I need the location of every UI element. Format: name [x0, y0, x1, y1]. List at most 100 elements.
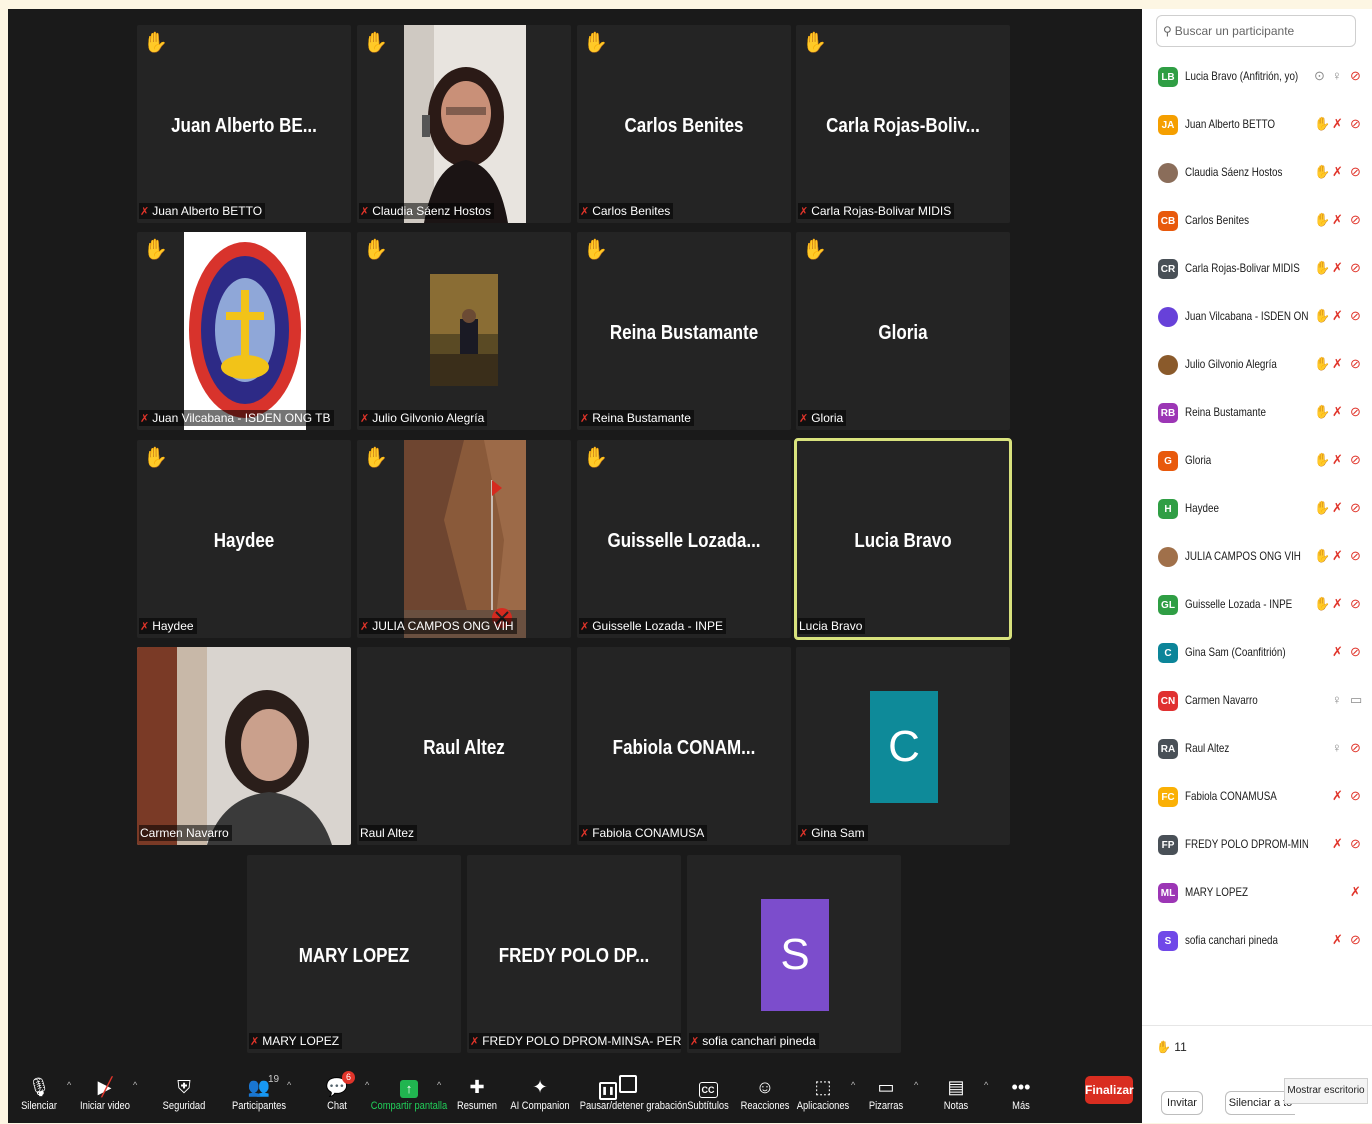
- participant-row[interactable]: CN Carmen Navarro ♀ ▭: [1142, 686, 1372, 716]
- mic-muted-icon: ✗: [360, 413, 370, 425]
- participant-avatar: ML: [1158, 883, 1178, 903]
- participant-row[interactable]: Julio Gilvonio Alegría ✋ ✗ ⊘: [1142, 350, 1372, 380]
- record-button[interactable]: ❚❚ Pausar/detener grabación: [573, 1074, 687, 1112]
- mic-muted-icon: ✗: [690, 1036, 700, 1048]
- companion-button[interactable]: ✦ AI Companion: [495, 1074, 585, 1112]
- participant-name-label: ✗ sofia canchari pineda: [689, 1033, 819, 1049]
- mic-icon: ♀: [1332, 68, 1342, 83]
- video-tile[interactable]: ✋ ✗ Claudia Sáenz Hostos: [357, 25, 571, 223]
- participant-row[interactable]: RB Reina Bustamante ✋ ✗ ⊘: [1142, 398, 1372, 428]
- participant-name-display: Fabiola CONAM...: [612, 737, 756, 759]
- participant-row[interactable]: C Gina Sam (Coanfitrión) ✗ ⊘: [1142, 638, 1372, 668]
- video-tile[interactable]: ✋ ✗ Julio Gilvonio Alegría: [357, 232, 571, 430]
- participant-name-label: ✗ Juan Alberto BETTO: [139, 203, 266, 219]
- participant-row[interactable]: CR Carla Rojas-Bolivar MIDIS ✋ ✗ ⊘: [1142, 254, 1372, 284]
- video-tile[interactable]: ✋ ✗ Juan Vilcabana - ISDEN ONG TB: [137, 232, 351, 430]
- participant-name-label: ✗ JULIA CAMPOS ONG VIH: [359, 618, 517, 634]
- participant-avatar: [1158, 163, 1178, 183]
- participant-row[interactable]: FC Fabiola CONAMUSA ✗ ⊘: [1142, 782, 1372, 812]
- mic-muted-icon: ✗: [140, 413, 150, 425]
- video-tile[interactable]: ✋ ✗ JULIA CAMPOS ONG VIH: [357, 440, 571, 638]
- video-tile[interactable]: C ✗ Gina Sam: [796, 647, 1010, 845]
- summary-icon: ✚: [469, 1077, 485, 1097]
- participant-name: Haydee: [1185, 501, 1219, 515]
- video-tile[interactable]: ✋ Reina Bustamante ✗ Reina Bustamante: [577, 232, 791, 430]
- participant-row[interactable]: CB Carlos Benites ✋ ✗ ⊘: [1142, 206, 1372, 236]
- video-button[interactable]: ▶╱ ^ Iniciar video: [60, 1074, 150, 1112]
- raised-hand-icon: ✋: [1314, 500, 1331, 515]
- participants-caret-icon[interactable]: ^: [287, 1080, 291, 1090]
- participant-search-input[interactable]: ⚲ Buscar un participante: [1156, 15, 1356, 47]
- participants-panel: ⚲ Buscar un participante LB Lucia Bravo (A…: [1142, 9, 1372, 1123]
- video-tile[interactable]: Lucia Bravo Lucia Bravo: [794, 438, 1012, 640]
- participant-avatar: FC: [1158, 787, 1178, 807]
- raised-hand-icon: ✋: [363, 239, 388, 261]
- participant-row[interactable]: RA Raul Altez ♀ ⊘: [1142, 734, 1372, 764]
- participant-row[interactable]: ML MARY LOPEZ ✗: [1142, 878, 1372, 908]
- video-off-icon: ⊘: [1350, 212, 1361, 227]
- participant-name-display: Juan Alberto BE...: [171, 115, 317, 137]
- participant-photo: [430, 274, 498, 386]
- participant-name: Gina Sam (Coanfitrión): [1185, 645, 1286, 659]
- participant-name-display: FREDY POLO DP...: [498, 945, 650, 967]
- subtitles-icon: CC: [698, 1082, 718, 1098]
- participant-avatar: LB: [1158, 67, 1178, 87]
- mic-muted-icon: ✗: [1332, 644, 1343, 659]
- participants-button[interactable]: 👥 19 ^ Participantes: [214, 1074, 304, 1112]
- participants-label: Participantes: [231, 1100, 287, 1112]
- participant-row[interactable]: FP FREDY POLO DPROM-MINSA- P... ✗ ⊘: [1142, 830, 1372, 860]
- video-tile[interactable]: FREDY POLO DP... ✗ FREDY POLO DPROM-MINSA-…: [467, 855, 681, 1053]
- more-label: Más: [1012, 1100, 1030, 1112]
- whiteboards-icon: ▭: [877, 1077, 895, 1097]
- invite-button[interactable]: Invitar: [1161, 1091, 1203, 1115]
- mic-muted-icon: ✗: [1332, 548, 1343, 563]
- video-tile[interactable]: ✋ Juan Alberto BE... ✗ Juan Alberto BETTO: [137, 25, 351, 223]
- participant-name-display: Carlos Benites: [624, 115, 744, 137]
- participant-name: Fabiola CONAMUSA: [1185, 789, 1277, 803]
- more-button[interactable]: ••• Más: [976, 1074, 1066, 1112]
- participant-name: Carmen Navarro: [1185, 693, 1258, 707]
- mic-muted-icon: ✗: [799, 413, 809, 425]
- participant-row[interactable]: H Haydee ✋ ✗ ⊘: [1142, 494, 1372, 524]
- participant-name: JULIA CAMPOS ONG VIH: [1185, 549, 1301, 563]
- participant-row[interactable]: GL Guisselle Lozada - INPE ✋ ✗ ⊘: [1142, 590, 1372, 620]
- participant-row[interactable]: Juan Vilcabana - ISDEN ON... ✋ ✗ ⊘: [1142, 302, 1372, 332]
- participant-row[interactable]: JA Juan Alberto BETTO ✋ ✗ ⊘: [1142, 110, 1372, 140]
- participant-name-label: ✗ Carlos Benites: [579, 203, 674, 219]
- video-tile[interactable]: ✋ Guisselle Lozada... ✗ Guisselle Lozada - …: [577, 440, 791, 638]
- raised-hand-icon: ✋: [143, 32, 168, 54]
- video-tile[interactable]: S ✗ sofia canchari pineda: [687, 855, 901, 1053]
- video-caret-icon[interactable]: ^: [133, 1080, 137, 1090]
- mic-icon: ♀: [1332, 692, 1342, 707]
- raised-hand-icon: ✋: [583, 239, 608, 261]
- participant-name-label: ✗ Haydee: [139, 618, 197, 634]
- video-off-icon: ⊘: [1350, 404, 1361, 419]
- video-tile[interactable]: MARY LOPEZ ✗ MARY LOPEZ: [247, 855, 461, 1053]
- participant-row[interactable]: G Gloria ✋ ✗ ⊘: [1142, 446, 1372, 476]
- video-off-icon: ⊘: [1350, 116, 1361, 131]
- mic-muted-icon: ✗: [360, 621, 370, 633]
- video-tile[interactable]: ✋ Carla Rojas-Boliv... ✗ Carla Rojas-Boliva…: [796, 25, 1010, 223]
- video-tile[interactable]: ✋ Haydee ✗ Haydee: [137, 440, 351, 638]
- participant-name: Juan Alberto BETTO: [1185, 117, 1276, 131]
- screen-share-icon: ⊙: [1314, 68, 1325, 83]
- mic-muted-icon: ✗: [1332, 788, 1343, 803]
- participant-row[interactable]: Ssofia canchari pineda ✗ ⊘: [1142, 926, 1372, 956]
- mic-muted-icon: ✗: [1332, 164, 1343, 179]
- video-tile[interactable]: ✋ Gloria ✗ Gloria: [796, 232, 1010, 430]
- raised-hand-icon: ✋: [1156, 1040, 1171, 1054]
- participant-row[interactable]: LB Lucia Bravo (Anfitrión, yo) ⊙ ♀ ⊘: [1142, 62, 1372, 92]
- participant-name-label: ✗ Claudia Sáenz Hostos: [359, 203, 494, 219]
- participant-avatar: S: [761, 899, 829, 1011]
- participant-row[interactable]: JULIA CAMPOS ONG VIH ✋ ✗ ⊘: [1142, 542, 1372, 572]
- participant-row[interactable]: Claudia Sáenz Hostos ✋ ✗ ⊘: [1142, 158, 1372, 188]
- notes-icon: ▤: [947, 1077, 965, 1097]
- video-tile[interactable]: Fabiola CONAM... ✗ Fabiola CONAMUSA: [577, 647, 791, 845]
- video-tile[interactable]: Carmen Navarro: [137, 647, 351, 845]
- meeting-toolbar: 🎙 ^ Silenciar ▶╱ ^ Iniciar video ⛨ Seguridad 👥 19…: [8, 1064, 1142, 1123]
- video-tile[interactable]: Raul Altez Raul Altez: [357, 647, 571, 845]
- show-desktop-tooltip: Mostrar escritorio: [1284, 1078, 1368, 1104]
- participant-name-display: MARY LOPEZ: [298, 945, 410, 967]
- video-tile[interactable]: ✋ Carlos Benites ✗ Carlos Benites: [577, 25, 791, 223]
- end-meeting-button[interactable]: Finalizar: [1085, 1076, 1134, 1104]
